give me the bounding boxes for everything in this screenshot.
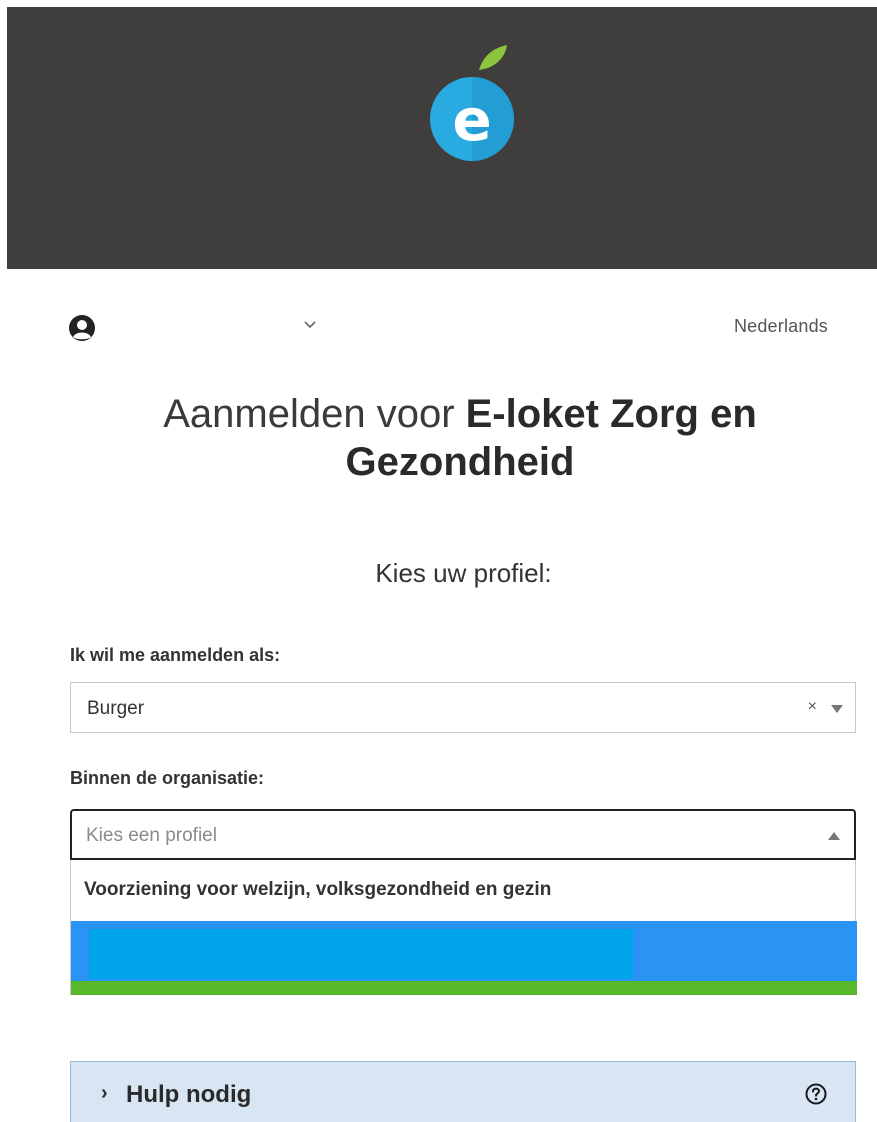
language-selector[interactable]: Nederlands (734, 316, 828, 337)
redacted-option-text (89, 929, 633, 979)
role-select-value: Burger (87, 698, 145, 719)
dropdown-green-indicator (71, 981, 857, 995)
logo-letter: e (452, 86, 491, 154)
user-circle-icon[interactable] (68, 314, 96, 342)
help-label: Hulp nodig (126, 1081, 252, 1108)
dropdown-option-highlighted[interactable] (71, 921, 857, 981)
chevron-right-icon: › (101, 1082, 108, 1104)
question-circle-icon[interactable] (805, 1083, 827, 1105)
page-title-prefix: Aanmelden voor (163, 392, 466, 436)
role-label: Ik wil me aanmelden als: (70, 645, 281, 665)
organization-select[interactable]: Kies een profiel (70, 809, 856, 860)
header-banner: e (7, 7, 877, 269)
caret-down-icon[interactable] (831, 705, 843, 713)
page-title: Aanmelden voor E-loket Zorg en Gezondhei… (60, 390, 860, 486)
page-subtitle: Kies uw profiel: (375, 558, 552, 588)
eloket-apple-logo-icon: e (430, 45, 514, 161)
organization-dropdown: Voorziening voor welzijn, volksgezondhei… (70, 860, 857, 995)
organization-label: Binnen de organisatie: (70, 768, 265, 788)
caret-up-icon[interactable] (828, 832, 840, 840)
clear-selection-icon[interactable]: × (808, 698, 817, 716)
help-panel[interactable]: › Hulp nodig (70, 1061, 856, 1122)
dropdown-group-header: Voorziening voor welzijn, volksgezondhei… (84, 879, 552, 900)
organization-select-placeholder: Kies een profiel (86, 825, 217, 846)
role-select[interactable]: Burger × (70, 682, 856, 733)
chevron-down-icon[interactable] (303, 319, 317, 331)
